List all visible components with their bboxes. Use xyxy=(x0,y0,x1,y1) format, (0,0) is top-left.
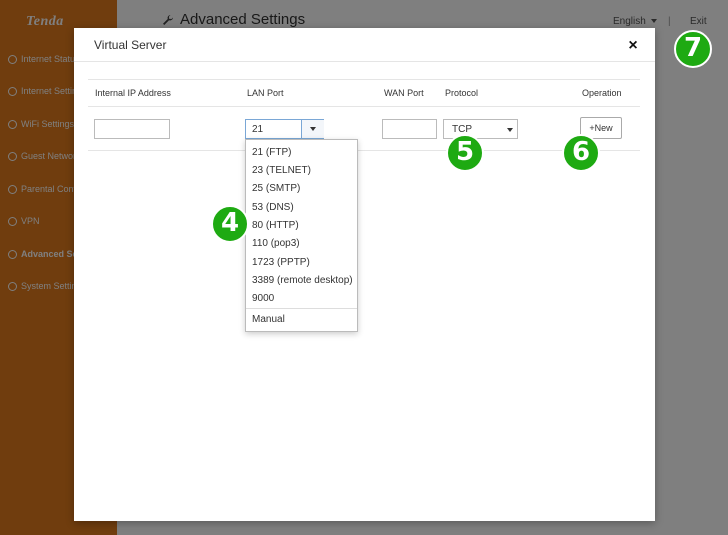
wan-port-input[interactable] xyxy=(382,119,437,139)
lan-port-dropdown-button[interactable] xyxy=(301,120,324,138)
close-icon[interactable]: × xyxy=(625,38,641,54)
lan-option-dns[interactable]: 53 (DNS) xyxy=(246,199,357,217)
step-marker-4: 4 xyxy=(211,205,249,243)
chevron-down-icon xyxy=(310,127,316,131)
lan-option-telnet[interactable]: 23 (TELNET) xyxy=(246,162,357,180)
chevron-down-icon xyxy=(507,128,513,132)
column-internal-ip: Internal IP Address xyxy=(95,88,171,98)
table-header: Internal IP Address LAN Port WAN Port Pr… xyxy=(88,79,640,107)
lan-option-manual[interactable]: Manual xyxy=(246,311,357,329)
step-marker-6: 6 xyxy=(562,134,600,172)
lan-option-pptp[interactable]: 1723 (PPTP) xyxy=(246,254,357,272)
lan-port-value: 21 xyxy=(252,124,264,135)
lan-option-ftp[interactable]: 21 (FTP) xyxy=(246,144,357,162)
column-wan-port: WAN Port xyxy=(384,88,424,98)
lan-option-pop3[interactable]: 110 (pop3) xyxy=(246,235,357,253)
table-row xyxy=(88,107,640,151)
lan-port-options: 21 (FTP) 23 (TELNET) 25 (SMTP) 53 (DNS) … xyxy=(245,139,358,332)
lan-option-http[interactable]: 80 (HTTP) xyxy=(246,217,357,235)
step-marker-5: 5 xyxy=(446,134,484,172)
column-lan-port: LAN Port xyxy=(247,88,284,98)
virtual-server-dialog: Virtual Server × Internal IP Address LAN… xyxy=(74,28,655,521)
internal-ip-input[interactable] xyxy=(94,119,170,139)
lan-port-select[interactable]: 21 xyxy=(245,119,324,139)
lan-option-remote-desktop[interactable]: 3389 (remote desktop) xyxy=(246,272,357,290)
lan-option-smtp[interactable]: 25 (SMTP) xyxy=(246,180,357,198)
dropdown-divider xyxy=(246,308,357,309)
column-protocol: Protocol xyxy=(445,88,479,98)
step-marker-7: 7 xyxy=(674,30,712,68)
column-operation: Operation xyxy=(582,88,622,98)
lan-option-9000[interactable]: 9000 xyxy=(246,290,357,308)
dialog-title: Virtual Server xyxy=(94,38,167,52)
dialog-header: Virtual Server × xyxy=(74,28,655,62)
